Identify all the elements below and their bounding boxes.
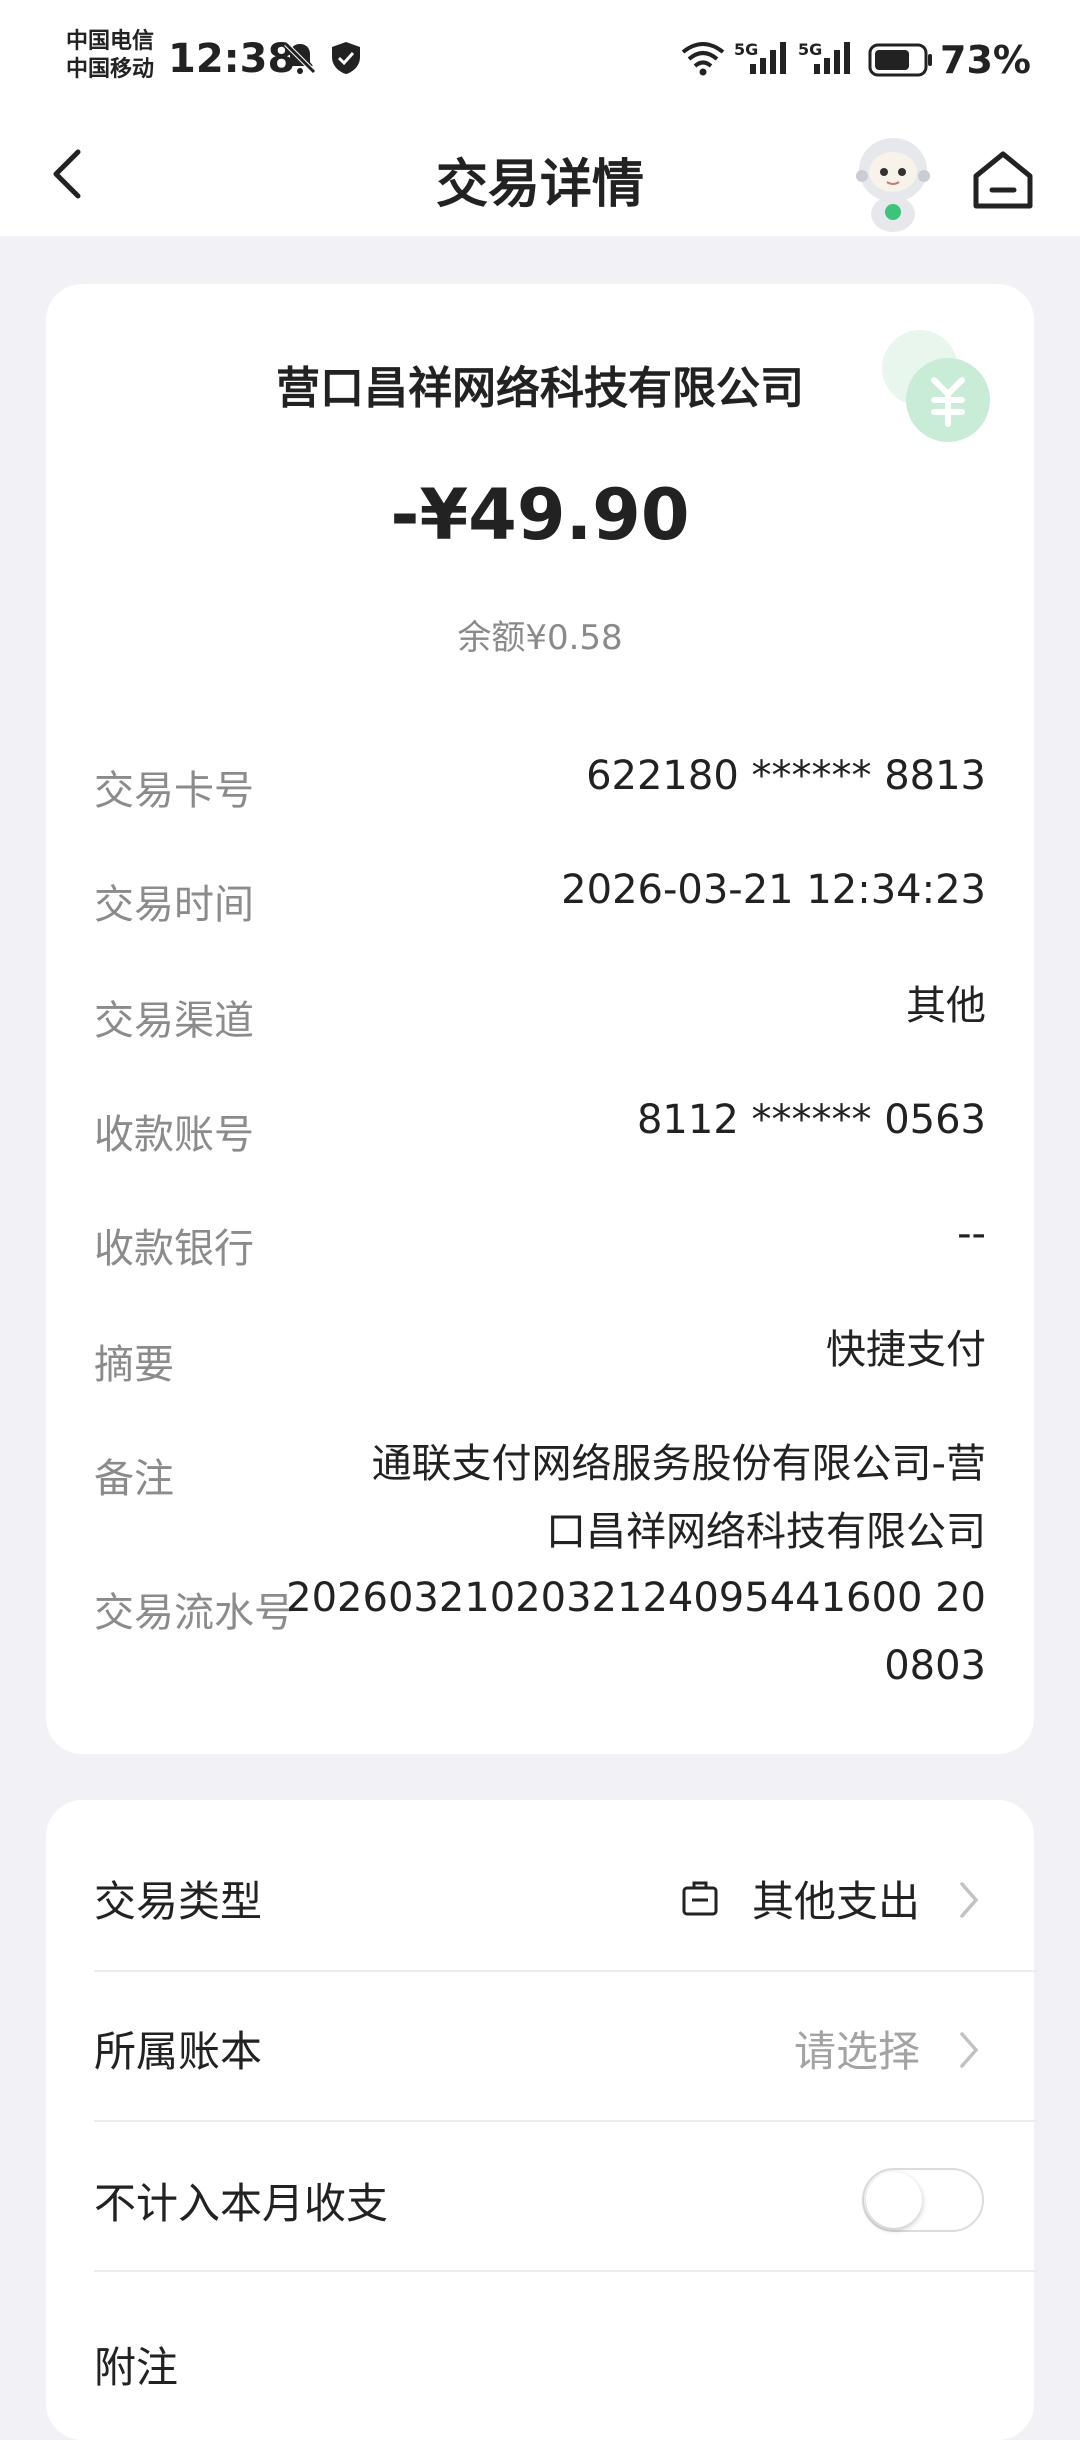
detail-value-remark: 通联支付网络服务股份有限公司-营 口昌祥网络科技有限公司 [372,1430,986,1566]
remark-line-2: 口昌祥网络科技有限公司 [546,1509,986,1555]
carrier-1: 中国电信 [66,29,155,54]
transaction-amount: -¥49.90 [390,474,690,556]
note-label[interactable]: 附注 [94,2334,178,2395]
detail-label-payee-bank: 收款银行 [94,1226,254,1272]
serial-line-1: 2026032102032124095441600 20 [286,1575,986,1621]
battery-percent: 73% [940,38,1031,82]
briefcase-icon [682,1881,718,1916]
detail-value-time: 2026-03-21 12:34:23 [561,867,986,913]
chevron-right-icon [960,1882,979,1918]
detail-value-summary: 快捷支付 [826,1327,986,1373]
home-icon[interactable] [968,146,1038,212]
exclude-monthly-toggle[interactable] [862,2168,984,2232]
wifi-icon [681,42,725,76]
transaction-type-label: 交易类型 [94,1877,263,1926]
astronaut-mascot[interactable] [838,126,948,234]
account-book-label: 所属账本 [94,2027,263,2076]
divider [94,2120,1038,2122]
carrier-2: 中国移动 [66,57,155,82]
account-book-row[interactable]: 所属账本 请选择 [46,1972,1034,2120]
detail-label-card-number: 交易卡号 [94,768,254,814]
chevron-right-icon [960,2032,979,2068]
merchant-name: 营口昌祥网络科技有限公司 [276,363,804,414]
detail-value-payee-bank: -- [957,1211,986,1257]
app-header: 交易详情 [0,120,1080,236]
transaction-settings-card: 交易类型 其他支出 所属账本 请选择 不计入本月收支 附注 [46,1800,1038,2440]
clock: 12:38 [168,36,296,82]
serial-line-2: 0803 [884,1643,986,1689]
detail-label-summary: 摘要 [94,1342,174,1388]
bell-off-icon [284,42,316,74]
detail-value-serial-number: 2026032102032124095441600 20 0803 [286,1564,986,1700]
account-book-placeholder: 请选择 [794,2027,921,2076]
divider [94,2270,1038,2272]
detail-label-serial-number: 交易流水号 [94,1590,294,1636]
signal-icon [814,42,850,74]
detail-label-remark: 备注 [94,1456,174,1502]
exclude-monthly-label: 不计入本月收支 [94,2179,389,2228]
remark-line-1: 通联支付网络服务股份有限公司-营 [371,1441,986,1487]
toggle-knob [866,2172,922,2228]
signal-icon [750,42,786,74]
battery-icon [868,43,932,77]
transaction-type-row[interactable]: 交易类型 其他支出 [46,1800,1034,1970]
transaction-type-value: 其他支出 [752,1877,921,1926]
detail-label-payee-account: 收款账号 [94,1112,254,1158]
detail-label-channel: 交易渠道 [94,998,254,1044]
detail-label-time: 交易时间 [94,882,254,928]
account-balance: 余额¥0.58 [457,618,623,658]
detail-value-payee-account: 8112 ****** 0563 [636,1097,986,1143]
carrier-labels: 中国电信 中国移动 [66,28,154,84]
detail-value-channel: 其他 [906,983,986,1029]
detail-value-card-number: 622180 ****** 8813 [586,753,986,799]
transaction-card: 营口昌祥网络科技有限公司 -¥49.90 余额¥0.58 交易卡号 622180… [46,284,1034,1754]
shield-icon [332,42,360,74]
status-bar: 中国电信 中国移动 12:38 5G 5G 73% [0,0,1080,120]
